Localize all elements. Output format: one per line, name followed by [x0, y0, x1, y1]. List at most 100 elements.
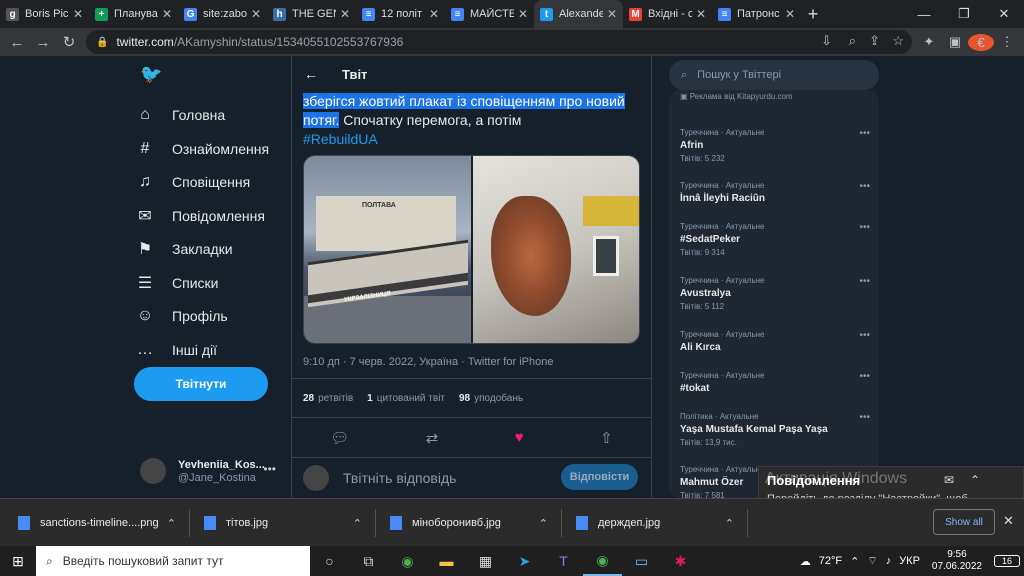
notification-settings-icon[interactable]: ✉	[944, 473, 954, 487]
browser-tab[interactable]: Gsite:zabo ✕	[178, 0, 267, 28]
chevron-up-icon[interactable]: ⌃	[353, 517, 362, 530]
weather-temp[interactable]: 72°F	[819, 555, 842, 567]
install-icon[interactable]: ⇩	[821, 33, 832, 49]
weather-icon[interactable]: ☁	[800, 555, 811, 568]
bookmark-star-icon[interactable]: ☆	[892, 33, 904, 49]
profile-avatar[interactable]: €	[968, 33, 994, 51]
close-window-button[interactable]: ✕	[984, 0, 1024, 28]
close-icon[interactable]: ✕	[1003, 513, 1014, 529]
chrome-active-icon[interactable]: ◉	[583, 546, 622, 576]
tab-close-icon[interactable]: ✕	[607, 7, 617, 21]
browser-tab[interactable]: ≡ 12 політ ✕	[356, 0, 445, 28]
like-heart-icon[interactable]: ♥	[515, 429, 524, 446]
minimize-button[interactable]: —	[904, 0, 944, 28]
nav-item-7[interactable]: … Інші дії	[134, 335, 217, 365]
browser-tab[interactable]: t Alexande ✕	[534, 0, 623, 28]
explorer-icon[interactable]: ▬	[427, 546, 466, 576]
nav-item-4[interactable]: ⚑ Закладки	[134, 234, 233, 264]
reply-input[interactable]: Твітніть відповідь	[343, 470, 456, 486]
nav-item-0[interactable]: ⌂ Головна	[134, 100, 225, 130]
station-train-photo[interactable]: ПОЛТАВА УКРЗАЛІЗНИЦЯ	[304, 156, 472, 343]
tab-close-icon[interactable]: ✕	[340, 7, 350, 21]
chrome-icon[interactable]: ◉	[388, 546, 427, 576]
reply-icon[interactable]: 💬︎	[330, 429, 349, 447]
browser-tab[interactable]: h THE GEN ✕	[267, 0, 356, 28]
tab-close-icon[interactable]: ✕	[73, 7, 83, 21]
nav-item-3[interactable]: ✉ Повідомлення	[134, 201, 265, 231]
tab-close-icon[interactable]: ✕	[785, 7, 795, 21]
notes-icon[interactable]: ▭	[622, 546, 661, 576]
collapse-icon[interactable]: ⌃	[970, 473, 980, 487]
taskbar-search[interactable]: ⌕ Введіть пошуковий запит тут	[36, 546, 310, 576]
nav-item-6[interactable]: ☺ Профіль	[134, 301, 228, 331]
volume-icon[interactable]: ♪	[886, 555, 892, 567]
network-icon[interactable]: ⌔	[867, 554, 877, 568]
back-icon[interactable]: ←	[4, 29, 30, 55]
more-icon[interactable]: •••	[263, 462, 276, 476]
chevron-up-icon[interactable]: ⌃	[167, 517, 176, 530]
teams-icon[interactable]: T	[544, 546, 583, 576]
taskbar-search-input[interactable]: Введіть пошуковий запит тут	[63, 554, 224, 568]
trend-more-icon[interactable]: •••	[859, 128, 870, 139]
telegram-icon[interactable]: ➤	[505, 546, 544, 576]
show-all-button[interactable]: Show all	[933, 509, 995, 535]
browser-tab[interactable]: M Вхідні - с ✕	[623, 0, 712, 28]
chevron-up-icon[interactable]: ⌃	[539, 517, 548, 530]
search-box[interactable]: ⌕ Пошук у Твіттері	[669, 60, 879, 90]
back-arrow-icon[interactable]: ←	[304, 66, 318, 82]
download-item[interactable]: міноборонивб.jpg ⌃	[390, 499, 562, 547]
trend-more-icon[interactable]: •••	[859, 222, 870, 233]
reply-button[interactable]: Відповісти	[561, 464, 638, 490]
trend-item[interactable]: Туреччина · Актуальне İnnâ İleyhi Raciûn •…	[680, 181, 870, 204]
trend-item[interactable]: Туреччина · Актуальне #SedatPeker Твітів: …	[680, 222, 870, 257]
tray-arrow-icon[interactable]: ⌃	[850, 555, 859, 568]
share-icon[interactable]: ⇪	[869, 33, 880, 49]
cortana-icon[interactable]: ○	[310, 546, 349, 576]
task-view-icon[interactable]: ⧉	[349, 546, 388, 576]
trend-item[interactable]: Туреччина · Актуальне Ali Kırca •••	[680, 330, 870, 353]
url-bar[interactable]: 🔒 twitter.com/AKamyshin/status/153405510…	[86, 30, 912, 54]
trend-more-icon[interactable]: •••	[859, 181, 870, 192]
language-indicator[interactable]: УКР	[899, 555, 920, 567]
retweet-icon[interactable]: ⇄	[426, 429, 439, 447]
quotes-stat[interactable]: 1 цитований твіт	[367, 393, 445, 404]
search-input[interactable]: Пошук у Твіттері	[697, 69, 781, 81]
nav-item-1[interactable]: # Ознайомлення	[134, 134, 270, 164]
tab-close-icon[interactable]: ✕	[162, 7, 172, 21]
trend-item[interactable]: Політика · Актуальне Yaşa Mustafa Kemal P…	[680, 412, 870, 447]
share-icon[interactable]: ⇧	[600, 429, 613, 447]
trend-more-icon[interactable]: •••	[859, 276, 870, 287]
tab-close-icon[interactable]: ✕	[518, 7, 528, 21]
menu-icon[interactable]: ⋮	[994, 34, 1020, 50]
download-item[interactable]: sanctions-timeline....png ⌃	[18, 499, 190, 547]
extensions-icon[interactable]: ✦	[916, 34, 942, 50]
zoom-icon[interactable]: ⌕	[849, 33, 856, 49]
restore-button[interactable]: ❐	[944, 0, 984, 28]
new-tab-button[interactable]: +	[801, 0, 825, 28]
tab-close-icon[interactable]: ✕	[429, 7, 439, 21]
trend-more-icon[interactable]: •••	[859, 371, 870, 382]
sidepanel-icon[interactable]: ▣	[942, 34, 968, 50]
browser-tab[interactable]: + Планува ✕	[89, 0, 178, 28]
likes-stat[interactable]: 98 уподобань	[459, 393, 523, 404]
tweet-media[interactable]: ПОЛТАВА УКРЗАЛІЗНИЦЯ	[303, 155, 640, 344]
trend-item[interactable]: Туреччина · Актуальне #tokat •••	[680, 371, 870, 394]
account-switcher[interactable]: Yevheniia_Kos... @Jane_Kostina •••	[140, 454, 280, 488]
nav-item-5[interactable]: ☰ Списки	[134, 268, 219, 298]
tab-close-icon[interactable]: ✕	[696, 7, 706, 21]
forward-icon[interactable]: →	[30, 29, 56, 55]
twitter-logo-icon[interactable]: 🐦	[140, 64, 162, 85]
windows-start-icon[interactable]: ⊞	[0, 546, 36, 576]
trend-more-icon[interactable]: •••	[859, 412, 870, 423]
store-icon[interactable]: ▦	[466, 546, 505, 576]
slack-icon[interactable]: ✱	[661, 546, 700, 576]
trend-item[interactable]: Туреччина · Актуальне Afrin Твітів: 5 232 •…	[680, 128, 870, 163]
browser-tab[interactable]: ≡ МАЙСТЕ ✕	[445, 0, 534, 28]
tab-close-icon[interactable]: ✕	[251, 7, 261, 21]
reload-icon[interactable]: ↻	[56, 29, 82, 55]
clock[interactable]: 9:56 07.06.2022	[932, 549, 982, 573]
chevron-up-icon[interactable]: ⌃	[725, 517, 734, 530]
tweet-button[interactable]: Твітнути	[134, 367, 268, 401]
download-item[interactable]: тітов.jpg ⌃	[204, 499, 376, 547]
damaged-wall-photo[interactable]	[471, 156, 639, 343]
